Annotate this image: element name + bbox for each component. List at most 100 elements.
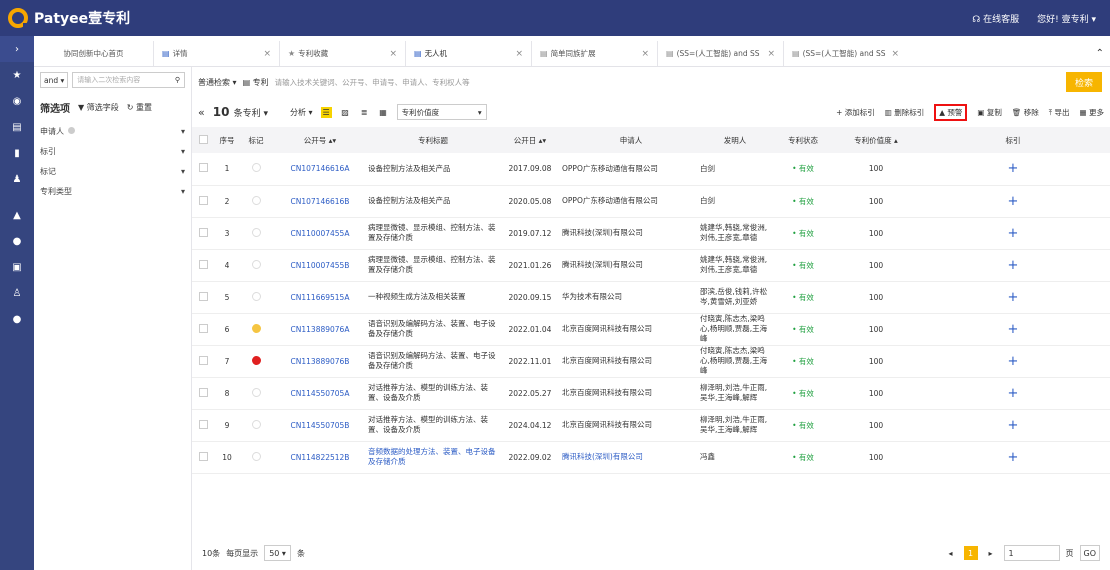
- page-jump-input[interactable]: 1: [1003, 545, 1060, 561]
- add-tag-icon[interactable]: +: [916, 153, 1110, 186]
- result-count[interactable]: 10 条专利 ▾: [213, 105, 268, 119]
- mark-icon[interactable]: [240, 217, 272, 250]
- search-icon[interactable]: ⚲: [175, 76, 180, 84]
- location-icon[interactable]: ●: [0, 228, 34, 254]
- add-tag-icon[interactable]: +: [916, 441, 1110, 474]
- search-input[interactable]: 请输入技术关键词、公开号、申请号、申请人、专利权人等: [275, 77, 1060, 88]
- table-row[interactable]: 2 CN107146616B 设备控制方法及相关产品 2020.05.08 OPPO广东…: [192, 185, 1110, 218]
- add-tag-icon[interactable]: +: [916, 185, 1110, 218]
- person-icon[interactable]: ♙: [0, 280, 34, 306]
- mark-icon[interactable]: [240, 185, 272, 218]
- row-checkbox[interactable]: [192, 313, 214, 346]
- list-view-icon[interactable]: ☰: [320, 106, 332, 118]
- filter-group-applicant[interactable]: 申请人 ▾: [34, 121, 191, 141]
- remove-button[interactable]: 🗑 移除: [1012, 107, 1039, 118]
- copy-button[interactable]: ▣ 复制: [977, 107, 1001, 118]
- bell-icon[interactable]: ▲: [0, 202, 34, 228]
- patent-title[interactable]: 设备控制方法及相关产品: [368, 185, 498, 218]
- close-icon[interactable]: ×: [761, 49, 775, 59]
- select-all-checkbox[interactable]: [192, 127, 214, 153]
- table-row[interactable]: 6 CN113889076A 语音识别及编解码方法、装置、电子设备及存储介质 2022…: [192, 313, 1110, 346]
- search-type-select[interactable]: 普通检索 ▾: [198, 77, 237, 88]
- per-page-select[interactable]: 50 ▾: [264, 545, 291, 561]
- table-row[interactable]: 10 CN114822512B 音频数据的处理方法、装置、电子设备及存储介质 2022…: [192, 441, 1110, 474]
- tab-family-extend[interactable]: ▤ 简单同族扩展 ×: [532, 41, 658, 66]
- filter-group-mark[interactable]: 标记 ▾: [34, 161, 191, 181]
- mark-icon[interactable]: [240, 409, 272, 442]
- user-icon[interactable]: ♟: [0, 166, 34, 192]
- alert-button[interactable]: ▲ 预警: [934, 103, 968, 121]
- publication-number-link[interactable]: CN114822512B: [272, 441, 368, 474]
- add-tag-icon[interactable]: +: [916, 249, 1110, 282]
- close-icon[interactable]: ×: [635, 49, 649, 59]
- patent-title[interactable]: 设备控制方法及相关产品: [368, 153, 498, 186]
- filter-group-patent-type[interactable]: 专利类型 ▾: [34, 181, 191, 201]
- publication-number-link[interactable]: CN110007455A: [272, 217, 368, 250]
- add-tag-button[interactable]: + 添加标引: [836, 107, 875, 118]
- add-tag-icon[interactable]: +: [916, 377, 1110, 410]
- filter-field-button[interactable]: ▼ 筛选字段: [78, 102, 119, 113]
- patent-title[interactable]: 病理显微镜、显示模组、控制方法、装置及存储介质: [368, 249, 498, 282]
- mark-icon[interactable]: [240, 281, 272, 314]
- patent-title[interactable]: 语音识别及编解码方法、装置、电子设备及存储介质: [368, 313, 498, 346]
- add-tag-icon[interactable]: +: [916, 409, 1110, 442]
- publication-number-link[interactable]: CN110007455B: [272, 249, 368, 282]
- publication-number-link[interactable]: CN113889076B: [272, 345, 368, 378]
- book-icon[interactable]: ▮: [0, 140, 34, 166]
- patent-title[interactable]: 音频数据的处理方法、装置、电子设备及存储介质: [368, 441, 498, 474]
- close-icon[interactable]: ×: [509, 49, 523, 59]
- table-row[interactable]: 9 CN114550705B 对话推荐方法、模型的训练方法、装置、设备及介质 2024…: [192, 409, 1110, 442]
- publication-number-link[interactable]: CN107146616B: [272, 185, 368, 218]
- mark-icon[interactable]: [240, 313, 272, 346]
- prev-page-icon[interactable]: ◂: [944, 546, 958, 560]
- table-row[interactable]: 3 CN110007455A 病理显微镜、显示模组、控制方法、装置及存储介质 2019…: [192, 217, 1110, 250]
- logic-operator-select[interactable]: and ▾: [40, 72, 69, 88]
- tab-detail[interactable]: ▤ 详情 ×: [154, 41, 280, 66]
- expand-nav-icon[interactable]: ›: [0, 36, 34, 62]
- document-list-icon[interactable]: ▤: [0, 114, 34, 140]
- detail-view-icon[interactable]: ≣: [359, 107, 370, 118]
- delete-tag-button[interactable]: ▥ 删除标引: [885, 107, 924, 118]
- sort-select[interactable]: 专利价值度 ▾: [396, 104, 487, 120]
- patent-title[interactable]: 语音识别及编解码方法、装置、电子设备及存储介质: [368, 345, 498, 378]
- mark-icon[interactable]: [240, 345, 272, 378]
- add-tag-icon[interactable]: +: [916, 217, 1110, 250]
- patent-title[interactable]: 病理显微镜、显示模组、控制方法、装置及存储介质: [368, 217, 498, 250]
- publication-number-link[interactable]: CN114550705A: [272, 377, 368, 410]
- tab-favorites[interactable]: ★ 专利收藏 ×: [280, 41, 406, 66]
- add-tag-icon[interactable]: +: [916, 345, 1110, 378]
- search-button[interactable]: 检索: [1066, 72, 1102, 92]
- tab-drone[interactable]: ▤ 无人机 ×: [406, 41, 532, 66]
- collapse-tabs-icon[interactable]: ⌃: [1096, 41, 1104, 66]
- row-checkbox[interactable]: [192, 377, 214, 410]
- add-tag-icon[interactable]: +: [916, 313, 1110, 346]
- patent-title[interactable]: 对话推荐方法、模型的训练方法、装置、设备及介质: [368, 377, 498, 410]
- tab-ai-query-1[interactable]: ▤ (SS=(人工智能) and SS ×: [658, 41, 784, 66]
- row-checkbox[interactable]: [192, 217, 214, 250]
- close-icon[interactable]: ×: [257, 49, 271, 59]
- mark-icon[interactable]: [240, 153, 272, 186]
- row-checkbox[interactable]: [192, 441, 214, 474]
- reset-button[interactable]: ↻ 重置: [127, 102, 152, 113]
- target-icon[interactable]: ◉: [0, 88, 34, 114]
- close-icon[interactable]: ×: [886, 49, 900, 59]
- export-button[interactable]: ⤒ 导出: [1049, 107, 1070, 118]
- row-checkbox[interactable]: [192, 281, 214, 314]
- image-view-icon[interactable]: ▨: [340, 107, 351, 118]
- info-icon[interactable]: ●: [0, 306, 34, 332]
- filter-group-tag[interactable]: 标引 ▾: [34, 141, 191, 161]
- patent-title[interactable]: 一种视频生成方法及相关装置: [368, 281, 498, 314]
- patent-title[interactable]: 对话推荐方法、模型的训练方法、装置、设备及介质: [368, 409, 498, 442]
- row-checkbox[interactable]: [192, 185, 214, 218]
- table-row[interactable]: 5 CN111669515A 一种视频生成方法及相关装置 2020.09.15 华为技术…: [192, 281, 1110, 314]
- go-button[interactable]: GO: [1079, 545, 1100, 561]
- mark-icon[interactable]: [240, 249, 272, 282]
- publication-number-link[interactable]: CN111669515A: [272, 281, 368, 314]
- column-header-sortable[interactable]: 公开日 ▴▾: [498, 127, 562, 153]
- more-button[interactable]: ▦ 更多: [1080, 107, 1104, 118]
- tab-ai-query-2[interactable]: ▤ (SS=(人工智能) and SS ×: [784, 41, 904, 66]
- publication-number-link[interactable]: CN114550705B: [272, 409, 368, 442]
- column-header-sortable[interactable]: 公开号 ▴▾: [272, 127, 368, 153]
- table-row[interactable]: 4 CN110007455B 病理显微镜、显示模组、控制方法、装置及存储介质 2021…: [192, 249, 1110, 282]
- close-icon[interactable]: ×: [383, 49, 397, 59]
